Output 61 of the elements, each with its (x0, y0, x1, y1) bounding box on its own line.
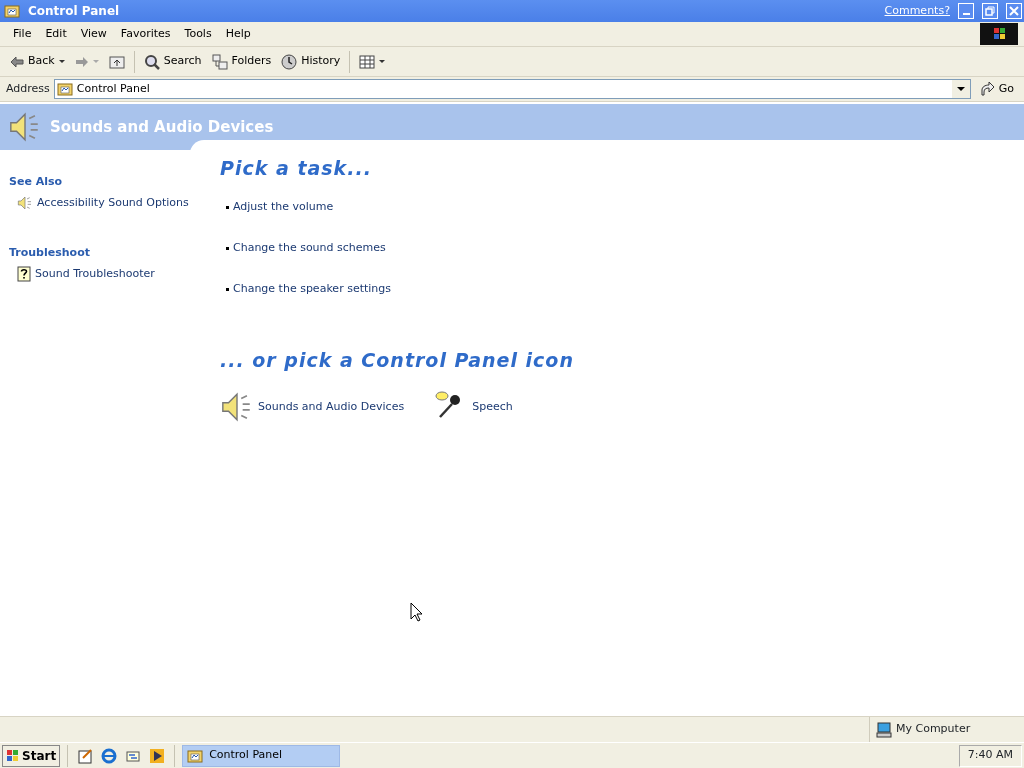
media-player-icon[interactable] (149, 747, 166, 764)
windows-logo-icon (980, 23, 1018, 45)
start-button[interactable]: Start (2, 744, 61, 767)
help-icon (17, 265, 31, 282)
control-panel-icon (187, 747, 204, 764)
search-button[interactable]: Search (139, 51, 206, 72)
go-arrow-icon (978, 81, 995, 97)
task-link[interactable]: Change the sound schemes (233, 239, 386, 257)
task-link[interactable]: Change the speaker settings (233, 280, 391, 298)
close-button[interactable] (1006, 3, 1022, 19)
section-heading: Troubleshoot (9, 245, 91, 261)
caret-icon[interactable] (58, 60, 65, 63)
history-button[interactable]: History (277, 51, 345, 72)
folders-button[interactable]: Folders (207, 51, 276, 72)
address-label: Address (6, 80, 50, 97)
bullet-icon (226, 287, 229, 291)
task-link[interactable]: Adjust the volume (233, 198, 334, 216)
right-arrow-icon (74, 55, 89, 68)
clock-icon (281, 53, 298, 70)
back-button[interactable]: Back (6, 51, 69, 72)
menu-item[interactable]: Favorites (113, 23, 178, 45)
clock: 7:40 AM (958, 744, 1022, 767)
left-arrow-icon (10, 55, 24, 68)
menu-item[interactable]: View (73, 23, 114, 45)
menu-item[interactable]: File (6, 23, 39, 45)
window-title: Control Panel (28, 3, 121, 20)
folders-icon (211, 53, 228, 70)
control-panel-item[interactable]: Sounds and Audio Devices (258, 398, 405, 416)
sidebar-link[interactable]: Sound Troubleshooter (35, 265, 155, 282)
menu-item[interactable]: Help (218, 23, 258, 45)
section-heading: Pick a task... (220, 156, 373, 181)
notepad-icon[interactable] (77, 747, 94, 764)
windows-flag-icon (6, 748, 20, 763)
grid-view-icon (359, 54, 376, 69)
minimize-button[interactable] (958, 3, 974, 19)
browser-icon[interactable] (101, 747, 118, 764)
dropdown-arrow-icon[interactable] (956, 87, 965, 91)
control-panel-icon (56, 81, 73, 97)
bullet-icon (226, 246, 229, 250)
search-icon (143, 53, 160, 70)
restore-button[interactable] (982, 3, 998, 19)
speaker-icon (17, 194, 33, 211)
control-panel-item[interactable]: Speech (472, 398, 513, 416)
category-title: Sounds and Audio Devices (50, 116, 274, 138)
section-heading: See Also (9, 174, 64, 190)
section-heading: ... or pick a Control Panel icon (220, 347, 574, 373)
restore-icon (984, 5, 996, 17)
control-panel-icon (4, 3, 20, 19)
sidebar-link[interactable]: Accessibility Sound Options (37, 194, 189, 211)
minimize-icon (962, 13, 970, 15)
caret-icon[interactable] (379, 60, 386, 63)
go-button[interactable]: Go (974, 78, 1018, 100)
zone-label: My Computer (896, 721, 971, 738)
taskbar-button[interactable]: Control Panel (182, 744, 341, 767)
menu-item[interactable]: Tools (177, 23, 219, 45)
mouse-cursor-icon (410, 602, 423, 622)
bullet-icon (226, 205, 229, 209)
close-icon (1008, 5, 1020, 17)
folder-up-icon[interactable] (108, 54, 125, 69)
computer-icon (876, 721, 892, 738)
menu-item[interactable]: Edit (38, 23, 74, 45)
